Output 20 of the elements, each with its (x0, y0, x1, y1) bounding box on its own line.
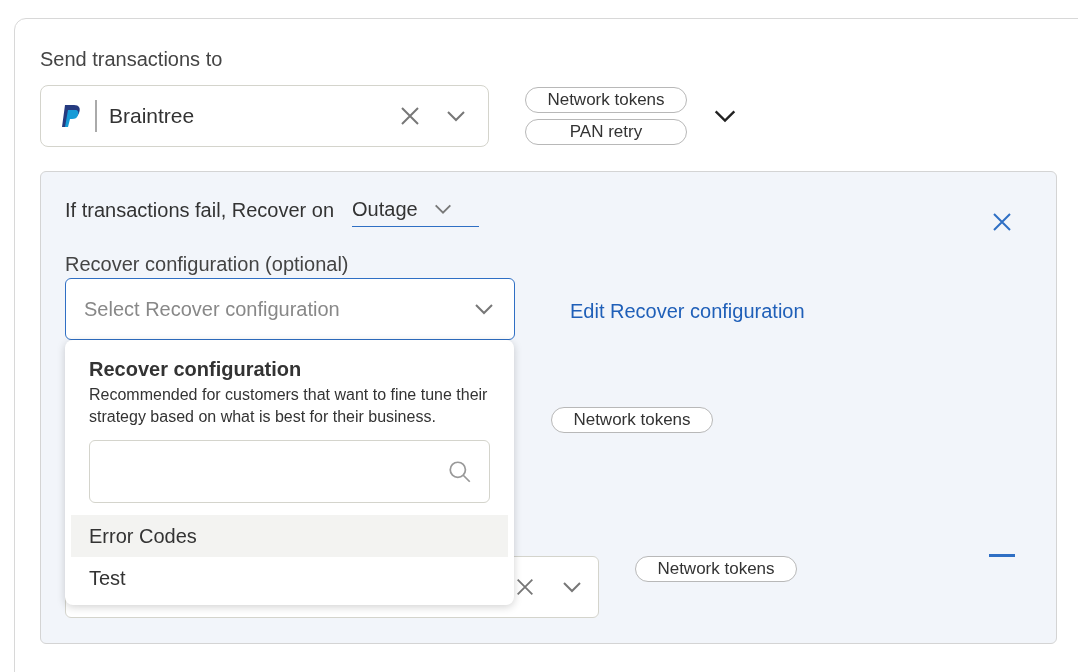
field-label: Recover configuration (optional) (65, 252, 350, 277)
section-label: Send transactions to (40, 47, 224, 72)
search-field[interactable] (89, 440, 490, 503)
feature-tag: PAN retry (525, 119, 687, 145)
trigger-select[interactable]: Outage (352, 193, 479, 227)
processor-value: Braintree (109, 103, 196, 130)
select-placeholder: Select Recover configuration (84, 297, 341, 322)
feature-tag: Network tokens (551, 407, 713, 433)
feature-tag: Network tokens (635, 556, 797, 582)
feature-tag: Network tokens (525, 87, 687, 113)
dropdown-option[interactable]: Error Codes (71, 515, 508, 557)
clear-icon[interactable] (514, 576, 536, 598)
config-select[interactable]: Select Recover configuration (65, 278, 515, 340)
dropdown-description: Recommended for customers that want to fine tune their strategy based on what is best for their business. (88, 385, 489, 427)
dropdown-title: Recover configuration (88, 357, 303, 382)
search-icon (447, 458, 473, 485)
processor-select[interactable]: Braintree (40, 85, 489, 147)
edit-config-link[interactable]: Edit Recover configuration (570, 296, 805, 326)
payment-logo-icon (61, 104, 83, 128)
panel-title: If transactions fail, Recover on (65, 198, 334, 223)
